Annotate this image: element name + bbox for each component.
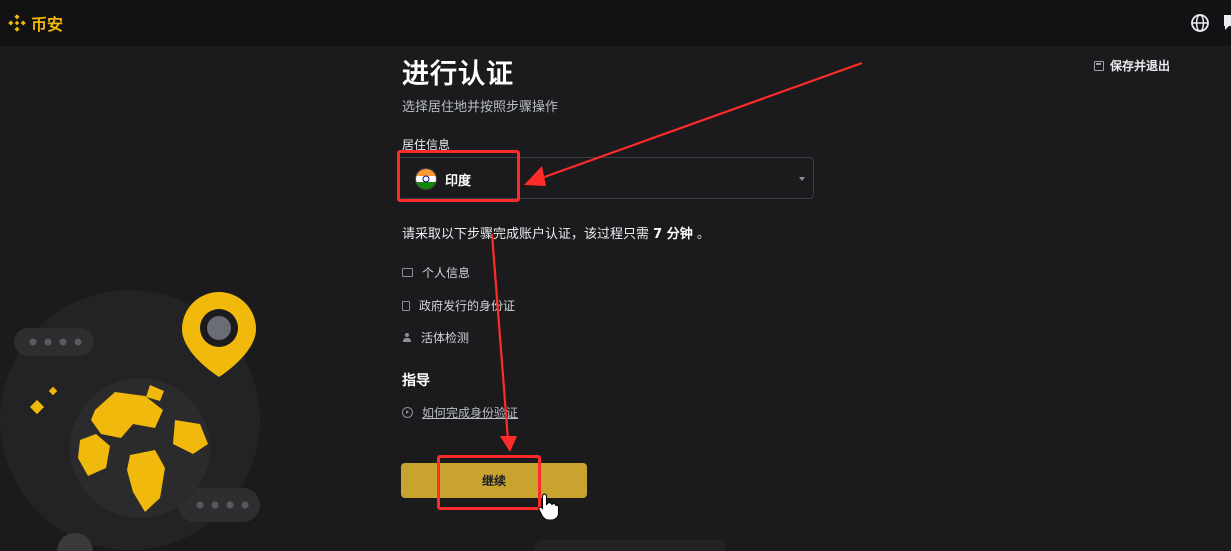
top-navigation-bar: 币安 xyxy=(0,0,1231,46)
guide-link-label: 如何完成身份验证 xyxy=(422,406,519,420)
annotation-box-continue xyxy=(437,455,541,510)
steps-intro-prefix: 请采取以下步骤完成账户认证，该过程只需 xyxy=(402,227,654,242)
how-to-verify-link[interactable]: 如何完成身份验证 xyxy=(402,404,518,421)
play-icon xyxy=(402,407,413,418)
save-icon xyxy=(1094,60,1104,71)
bottom-partial-element xyxy=(535,540,725,551)
chat-icon[interactable] xyxy=(1222,12,1231,32)
guide-heading: 指导 xyxy=(402,373,430,389)
steps-intro-suffix: 。 xyxy=(692,227,710,242)
annotation-box-country xyxy=(397,150,520,202)
step-label: 政府发行的身份证 xyxy=(419,299,516,313)
person-icon xyxy=(402,332,412,343)
hand-cursor-icon xyxy=(538,493,559,520)
binance-logo[interactable]: 币安 xyxy=(8,11,63,35)
page: 币安 进行认证 选择居住地并按照步骤操作 保存并退出 居住信息 印度 请采取以下… xyxy=(0,0,1231,551)
step-label: 个人信息 xyxy=(422,266,471,280)
globe-icon[interactable] xyxy=(1190,13,1210,33)
step-government-id: 政府发行的身份证 xyxy=(402,297,515,314)
document-icon xyxy=(402,300,410,311)
save-and-exit-label: 保存并退出 xyxy=(1110,59,1171,73)
page-subtitle: 选择居住地并按照步骤操作 xyxy=(402,100,559,115)
arrow-head-continue xyxy=(500,436,517,452)
steps-intro: 请采取以下步骤完成账户认证，该过程只需 7 分钟 。 xyxy=(402,223,710,242)
chevron-down-icon xyxy=(799,177,805,181)
step-personal-info: 个人信息 xyxy=(402,264,470,281)
save-and-exit-button[interactable]: 保存并退出 xyxy=(1094,57,1170,74)
logo-text: 币安 xyxy=(31,15,64,34)
step-liveness-check: 活体检测 xyxy=(402,329,469,346)
steps-intro-time: 7 分钟 xyxy=(653,227,693,242)
step-label: 活体检测 xyxy=(421,331,470,345)
id-card-icon xyxy=(402,268,413,277)
binance-logo-icon xyxy=(8,14,26,32)
verification-illustration xyxy=(0,290,260,551)
page-title: 进行认证 xyxy=(402,59,514,90)
